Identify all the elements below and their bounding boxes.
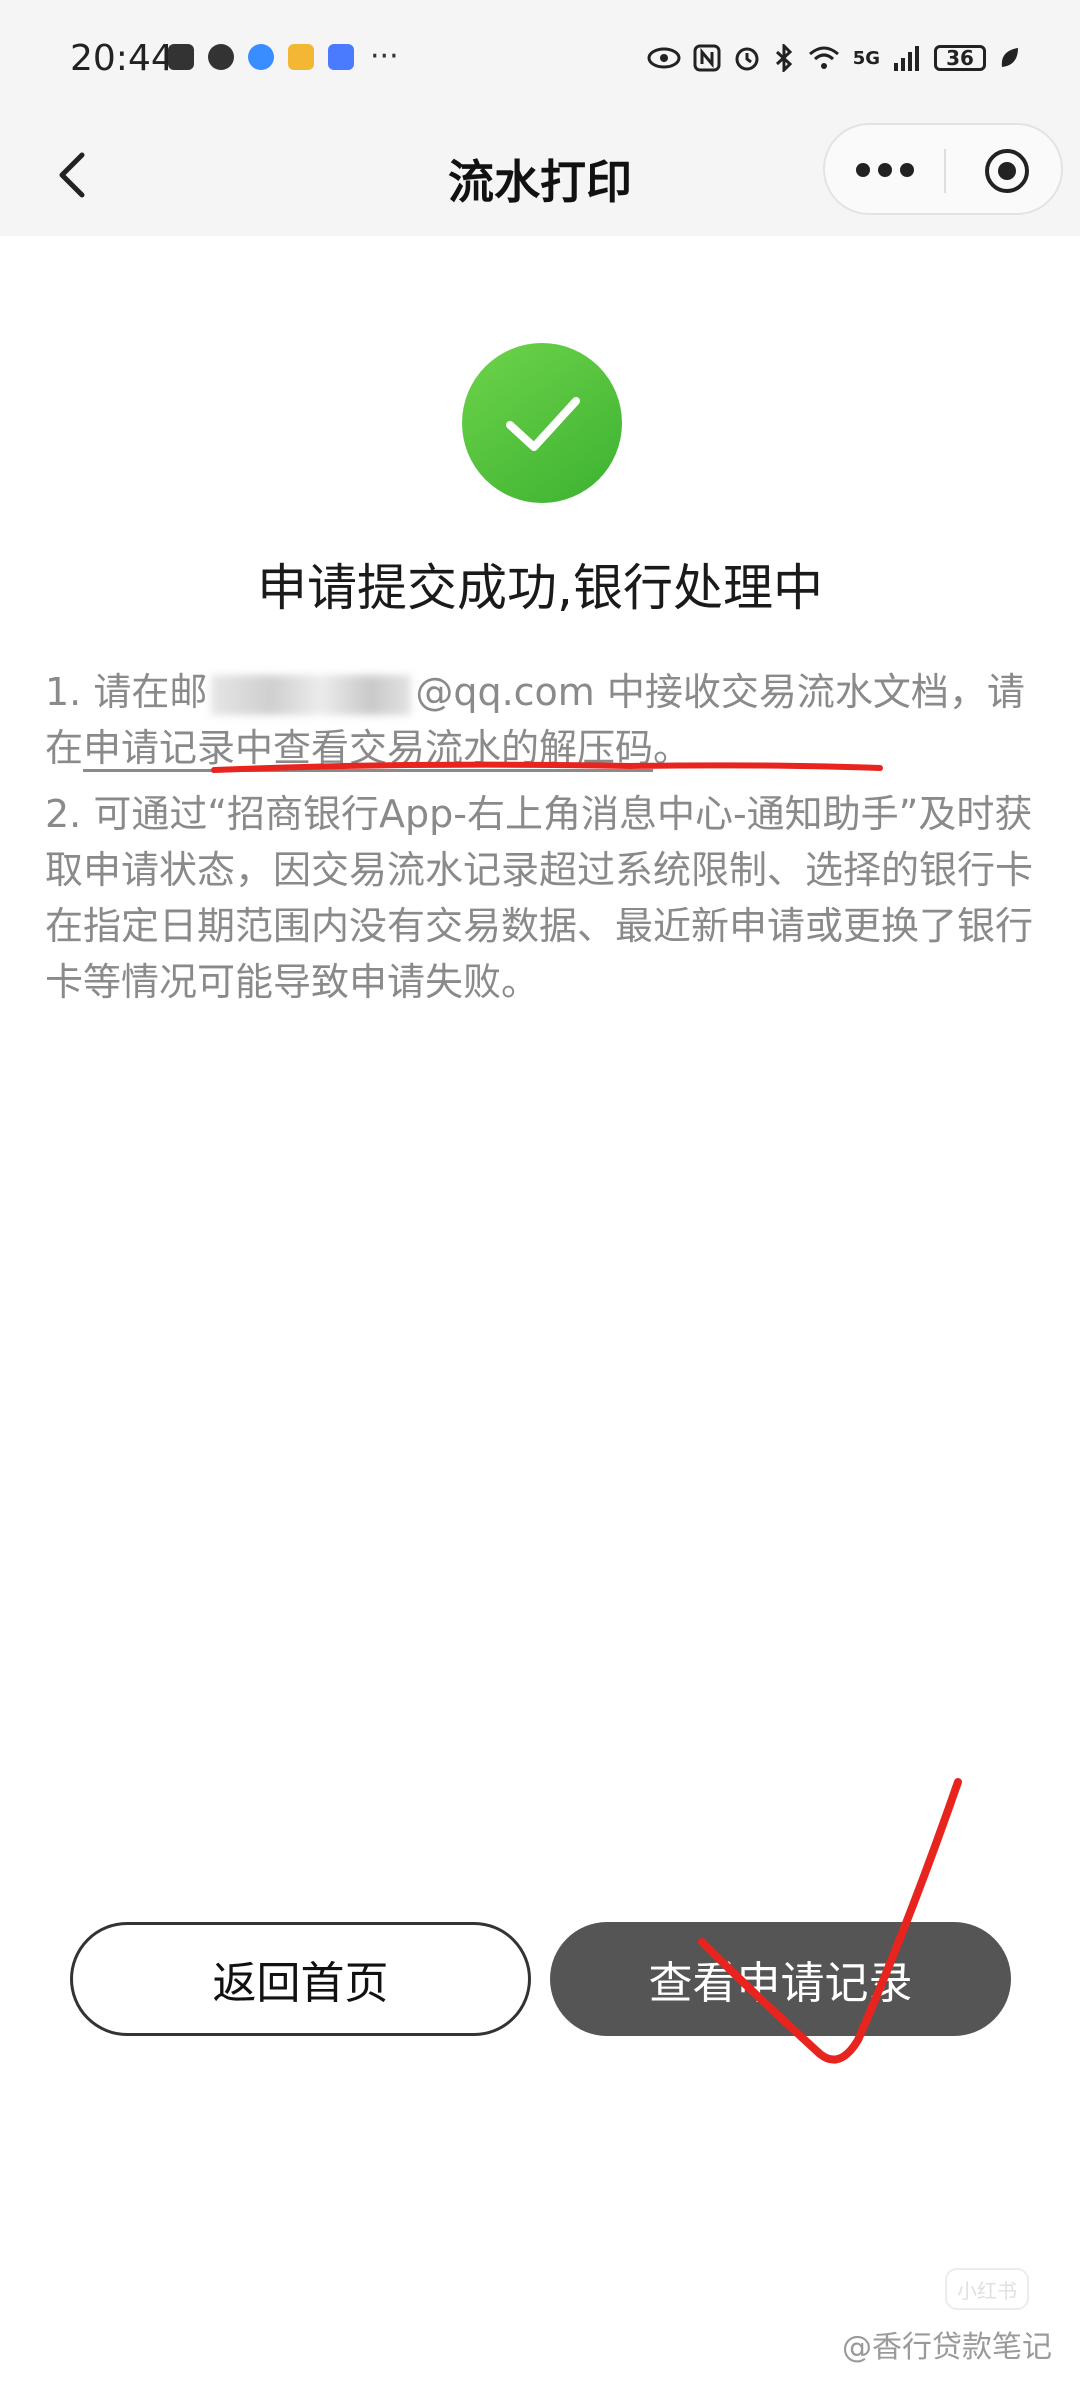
close-mini-program-icon[interactable] — [982, 146, 1032, 196]
nfc-icon — [693, 44, 721, 72]
more-options-icon[interactable] — [855, 145, 915, 195]
more-notifications-icon: ··· — [370, 39, 399, 74]
status-time: 20:44 — [70, 38, 174, 79]
instructions: 1. 请在邮 @qq.com 中接收交易流水文档，请在申请记录中查看交易流水的解压… — [45, 664, 1035, 1010]
weather-icon — [288, 44, 314, 70]
mail-icon — [328, 44, 354, 70]
alarm-icon — [735, 47, 759, 71]
qq-icon — [208, 44, 234, 70]
return-home-button[interactable]: 返回首页 — [70, 1922, 531, 2036]
result-title: 申请提交成功,银行处理中 — [257, 559, 823, 617]
note-2: 2. 可通过“招商银行App-右上角消息中心-通知助手”及时获取申请状态，因交易… — [45, 792, 1034, 1004]
note-1: 1. 请在邮 @qq.com 中接收交易流水文档，请在申请记录中查看交易流水的解压… — [45, 670, 1025, 770]
signal-icon — [894, 46, 919, 71]
bluetooth-icon — [775, 44, 792, 72]
blue-app-icon — [248, 44, 274, 70]
power-saving-leaf-icon — [1001, 48, 1018, 67]
email-redacted — [211, 674, 412, 715]
system-icons: 5G 36 — [647, 44, 1020, 72]
success-check-icon — [462, 343, 622, 503]
watermark-text: @香行贷款笔记 — [842, 2330, 1052, 2365]
network-type-label: 5G — [852, 47, 880, 69]
app-notification-icon — [168, 44, 194, 70]
watermark-logo: 小红书 — [945, 2268, 1029, 2310]
nav-bar: 流水打印 — [0, 120, 1080, 236]
battery-icon: 36 — [934, 45, 986, 71]
password-hint-highlight: 申请记录中查看交易流水的解压码 — [83, 726, 654, 770]
notification-icons: ··· — [168, 39, 399, 74]
capsule-divider — [944, 149, 946, 193]
wifi-icon — [808, 46, 839, 69]
eye-icon — [647, 47, 681, 69]
status-bar: 20:44 ··· 5G 36 — [0, 0, 1080, 120]
mini-program-capsule — [823, 123, 1063, 215]
view-records-button[interactable]: 查看申请记录 — [550, 1922, 1011, 2036]
